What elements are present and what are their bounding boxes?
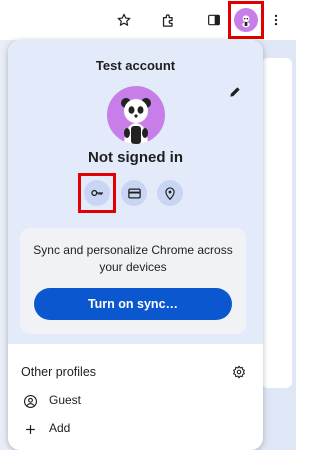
pencil-icon [230, 87, 240, 97]
profile-item-add[interactable]: Add [8, 416, 263, 442]
sync-description: Sync and personalize Chrome across your … [33, 243, 233, 274]
account-title: Test account [95, 58, 176, 73]
side-panel-icon [208, 14, 220, 26]
location-pin-icon [165, 186, 175, 200]
profile-item-guest[interactable]: Guest [8, 388, 263, 414]
browser-toolbar [0, 0, 296, 40]
turn-on-sync-button[interactable]: Turn on sync… [34, 288, 232, 320]
bookmark-star-button[interactable] [110, 6, 138, 34]
sync-promo-card: Sync and personalize Chrome across your … [20, 228, 246, 334]
profile-avatar-icon [234, 8, 258, 32]
sign-in-status: Not signed in [88, 149, 183, 166]
extensions-icon [162, 13, 173, 27]
profile-item-label: Add [49, 421, 71, 435]
profile-item-label: Guest [49, 393, 82, 407]
person-icon [21, 392, 39, 410]
plus-icon [21, 420, 39, 438]
passwords-button[interactable] [84, 180, 110, 206]
avatar [107, 86, 165, 144]
credit-card-icon [127, 188, 141, 198]
star-icon [117, 13, 131, 26]
key-icon [91, 189, 103, 197]
side-panel-button[interactable] [200, 6, 228, 34]
gear-icon [233, 365, 245, 379]
edit-profile-button[interactable] [226, 83, 244, 101]
more-vert-icon [274, 14, 278, 26]
extensions-button[interactable] [154, 6, 182, 34]
addresses-button[interactable] [157, 180, 183, 206]
autofill-shortcuts [8, 173, 263, 213]
panda-avatar-icon [121, 98, 151, 144]
manage-profiles-button[interactable] [230, 363, 248, 381]
other-profiles-heading: Other profiles [21, 365, 97, 379]
profile-button[interactable] [228, 1, 264, 39]
payment-methods-button[interactable] [121, 180, 147, 206]
page-background-panel [262, 58, 292, 388]
more-menu-button[interactable] [262, 6, 290, 34]
profile-menu-popup: Test account Not signed in Sync and pers… [8, 40, 263, 450]
